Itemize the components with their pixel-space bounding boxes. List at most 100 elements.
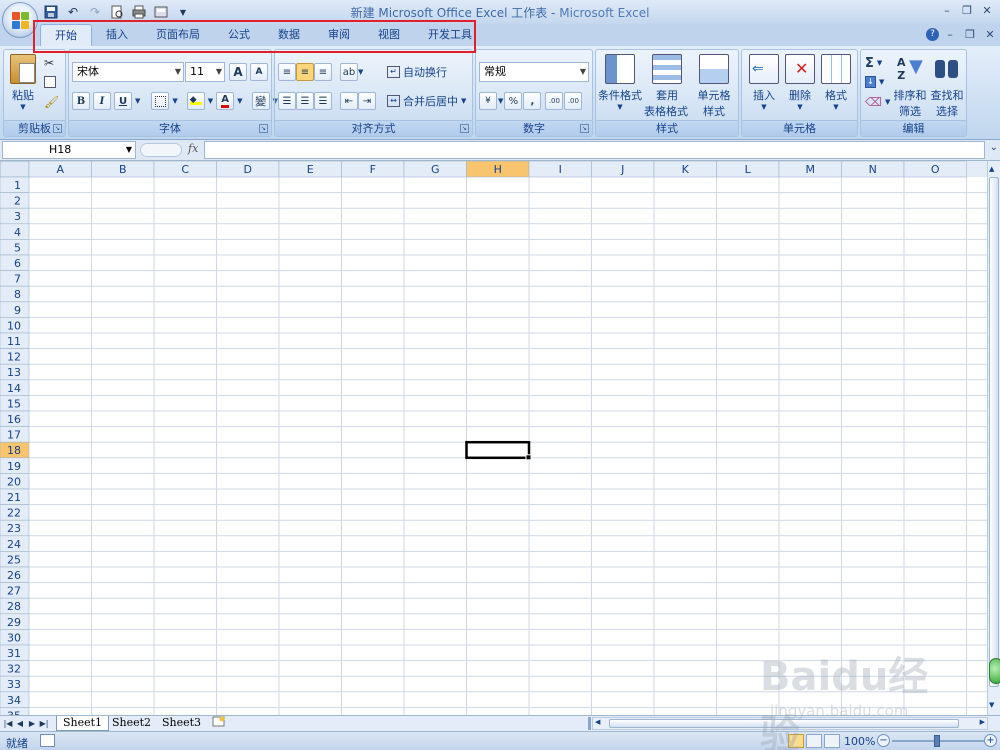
first-sheet-icon[interactable]: |◀ (3, 717, 13, 730)
number-format-combo[interactable]: 常规 ▼ (479, 62, 589, 82)
fill-button[interactable]: ↓ ▼ (865, 72, 884, 92)
worksheet-grid[interactable]: A B C D E F G H I J K L M N O 1 2 3 4 5 6 7 8 9 10 11 12 13 14 15 16 17… (0, 161, 987, 715)
zoom-out-icon[interactable]: − (877, 734, 890, 747)
clear-button[interactable]: ⌫ ▼ (865, 92, 890, 112)
number-launcher-icon[interactable]: ↘ (580, 124, 589, 133)
zoom-level[interactable]: 100% (844, 735, 875, 748)
increase-indent-icon[interactable]: ⇥ (358, 92, 376, 110)
formula-input[interactable] (204, 141, 985, 159)
help-icon[interactable]: ? (926, 28, 939, 41)
clipboard-launcher-icon[interactable]: ↘ (53, 124, 62, 133)
tab-data[interactable]: 数据 (264, 24, 314, 46)
prev-sheet-icon[interactable]: ◀ (15, 717, 25, 730)
align-right-icon[interactable]: ☰ (314, 92, 332, 110)
last-sheet-icon[interactable]: ▶| (39, 717, 49, 730)
phonetic-button[interactable]: 變 (251, 92, 270, 110)
sheet-tab-2[interactable]: Sheet2 (106, 716, 157, 731)
decrease-decimal-button[interactable]: .00 (564, 92, 583, 110)
currency-icon[interactable]: ¥ (479, 92, 497, 110)
name-box[interactable]: H18 ▼ (2, 141, 136, 159)
scroll-right-icon[interactable]: ▶ (980, 718, 985, 726)
horizontal-scroll-thumb[interactable] (609, 719, 959, 728)
workbook-minimize-icon[interactable]: – (941, 28, 959, 42)
font-color-dropdown-icon[interactable]: ▼ (237, 97, 242, 105)
horizontal-scrollbar[interactable]: ◀ ▶ (592, 717, 988, 730)
select-all-corner[interactable] (0, 161, 30, 178)
zoom-in-icon[interactable]: + (984, 734, 997, 747)
font-size-combo[interactable]: 11 ▼ (185, 62, 225, 82)
increase-decimal-button[interactable]: .00 (545, 92, 564, 110)
insert-sheet-icon[interactable] (208, 716, 230, 731)
page-layout-view-icon[interactable] (806, 734, 822, 748)
align-center-icon[interactable]: ☰ (296, 92, 314, 110)
formula-divider-handle[interactable] (140, 143, 182, 157)
copy-button[interactable] (44, 72, 56, 92)
grow-font-icon[interactable]: A (229, 63, 247, 81)
workbook-close-icon[interactable]: ✕ (981, 28, 999, 42)
tab-review[interactable]: 审阅 (314, 24, 364, 46)
active-cell-border[interactable] (465, 440, 531, 460)
align-bottom-icon[interactable]: ≡ (314, 63, 332, 81)
shrink-font-icon[interactable]: A (250, 63, 268, 81)
underline-button[interactable]: U (114, 92, 132, 110)
comma-button[interactable]: , (523, 92, 542, 110)
orientation-dropdown-icon[interactable]: ▼ (358, 68, 363, 76)
scroll-up-icon[interactable]: ▲ (989, 165, 994, 173)
minimize-icon[interactable]: – (938, 4, 956, 18)
font-launcher-icon[interactable]: ↘ (259, 124, 268, 133)
scroll-down-icon[interactable]: ▼ (989, 701, 994, 709)
format-as-table-button[interactable]: 套用 表格格式 (644, 54, 689, 119)
conditional-format-button[interactable]: 条件格式 ▼ (598, 54, 642, 111)
decrease-indent-icon[interactable]: ⇤ (340, 92, 358, 110)
orientation-icon[interactable]: ab (340, 63, 358, 81)
currency-dropdown-icon[interactable]: ▼ (498, 97, 503, 105)
tab-formulas[interactable]: 公式 (214, 24, 264, 46)
paste-button[interactable]: 粘贴 ▼ (6, 54, 40, 111)
tab-home[interactable]: 开始 (40, 24, 92, 46)
normal-view-icon[interactable] (788, 734, 804, 748)
sheet-tab-3[interactable]: Sheet3 (156, 716, 207, 731)
merge-center-button[interactable]: ↔ 合并后居中 ▼ (387, 91, 466, 111)
align-top-icon[interactable]: ≡ (278, 63, 296, 81)
scroll-left-icon[interactable]: ◀ (595, 718, 600, 726)
side-widget-icon[interactable] (989, 658, 1000, 684)
percent-button[interactable]: % (504, 92, 523, 110)
page-break-view-icon[interactable] (824, 734, 840, 748)
fill-color-button[interactable]: ◆ (186, 92, 205, 110)
restore-icon[interactable]: ❐ (958, 4, 976, 18)
tab-page-layout[interactable]: 页面布局 (142, 24, 214, 46)
font-color-button[interactable]: A (216, 92, 235, 110)
underline-dropdown-icon[interactable]: ▼ (135, 97, 140, 105)
align-left-icon[interactable]: ☰ (278, 92, 296, 110)
vertical-scrollbar[interactable]: ▲ ▼ (987, 161, 1000, 715)
zoom-slider-thumb[interactable] (934, 735, 940, 747)
format-painter-button[interactable]: 🖌 (44, 92, 59, 112)
close-icon[interactable]: ✕ (978, 4, 996, 18)
borders-button[interactable] (151, 92, 170, 110)
sheet-tab-1[interactable]: Sheet1 (56, 716, 110, 731)
find-select-button[interactable]: 查找和 选择 (928, 54, 966, 119)
workbook-restore-icon[interactable]: ❐ (961, 28, 979, 42)
fill-color-dropdown-icon[interactable]: ▼ (208, 97, 213, 105)
bold-button[interactable]: B (72, 92, 90, 110)
font-name-combo[interactable]: 宋体 ▼ (72, 62, 184, 82)
cut-button[interactable]: ✂ (44, 53, 54, 73)
tab-developer[interactable]: 开发工具 (414, 24, 486, 46)
italic-button[interactable]: I (93, 92, 111, 110)
expand-formula-bar-icon[interactable]: ⌄ (990, 142, 998, 153)
autosum-button[interactable]: Σ ▼ (865, 53, 882, 73)
alignment-launcher-icon[interactable]: ↘ (460, 124, 469, 133)
vertical-scroll-thumb[interactable] (989, 177, 999, 687)
macro-record-icon[interactable] (40, 734, 55, 747)
cell-styles-button[interactable]: 单元格 样式 (692, 54, 736, 119)
format-cells-button[interactable]: 格式 ▼ (814, 54, 858, 111)
next-sheet-icon[interactable]: ▶ (27, 717, 37, 730)
wrap-text-button[interactable]: ↵ 自动换行 (387, 62, 447, 82)
align-middle-icon[interactable]: ≡ (296, 63, 314, 81)
fill-handle[interactable] (525, 454, 532, 461)
insert-function-icon[interactable]: fx (188, 142, 198, 155)
tab-insert[interactable]: 插入 (92, 24, 142, 46)
tab-view[interactable]: 视图 (364, 24, 414, 46)
sort-filter-button[interactable]: A Z ▼ 排序和 筛选 (891, 54, 929, 119)
borders-dropdown-icon[interactable]: ▼ (172, 97, 177, 105)
